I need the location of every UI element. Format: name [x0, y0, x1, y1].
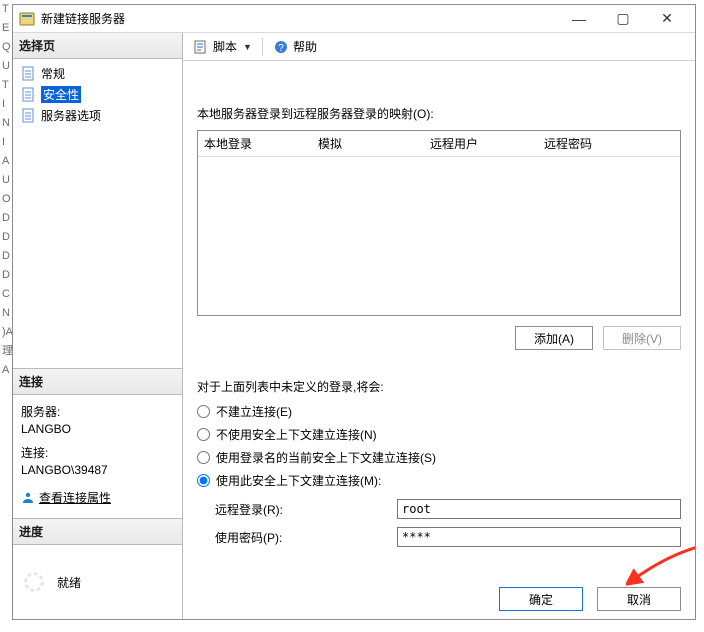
col-remote-user: 远程用户	[424, 131, 538, 156]
add-button-label: 添加(A)	[534, 330, 574, 347]
radio-no-security-context[interactable]: 不使用安全上下文建立连接(N)	[197, 426, 681, 443]
col-remote-password: 远程密码	[538, 131, 680, 156]
delete-button-label: 删除(V)	[622, 330, 662, 347]
remote-login-input[interactable]	[397, 499, 681, 519]
progress-block: 就绪	[13, 545, 182, 619]
minimize-icon: —	[572, 11, 586, 27]
page-item-security[interactable]: 安全性	[17, 84, 182, 105]
script-button[interactable]: 脚本 ▼	[189, 36, 256, 57]
radio-this-security-context[interactable]: 使用此安全上下文建立连接(M):	[197, 472, 681, 489]
page-item-label: 服务器选项	[41, 107, 101, 124]
script-icon	[193, 39, 209, 55]
password-label: 使用密码(P):	[197, 529, 397, 546]
view-connection-properties-label: 查看连接属性	[39, 489, 111, 506]
radio-intro: 对于上面列表中未定义的登录,将会:	[197, 378, 681, 395]
spinner-icon	[21, 569, 47, 595]
page-tree: 常规 安全性 服务器选项	[13, 59, 182, 369]
progress-status: 就绪	[57, 574, 81, 591]
mapping-grid[interactable]: 本地登录 模拟 远程用户 远程密码	[197, 130, 681, 316]
add-button[interactable]: 添加(A)	[515, 326, 593, 350]
mapping-label: 本地服务器登录到远程服务器登录的映射(O):	[197, 105, 681, 122]
close-icon: ✕	[661, 10, 673, 27]
server-value: LANGBO	[21, 422, 174, 436]
connection-label: 连接:	[21, 444, 174, 461]
radio-no-security-context-input[interactable]	[197, 428, 210, 441]
page-icon	[21, 87, 37, 103]
help-icon: ?	[273, 39, 289, 55]
svg-text:?: ?	[278, 43, 284, 54]
progress-header: 进度	[13, 519, 182, 545]
page-item-label: 常规	[41, 65, 65, 82]
add-delete-row: 添加(A) 删除(V)	[197, 326, 681, 350]
radio-no-connection-label: 不建立连接(E)	[216, 403, 292, 420]
connection-value: LANGBO\39487	[21, 463, 174, 477]
script-label: 脚本	[213, 38, 237, 55]
toolbar-separator	[262, 38, 263, 56]
window-title: 新建链接服务器	[41, 10, 125, 27]
password-input[interactable]	[397, 527, 681, 547]
help-label: 帮助	[293, 38, 317, 55]
radio-current-security-context[interactable]: 使用登录名的当前安全上下文建立连接(S)	[197, 449, 681, 466]
radio-block: 对于上面列表中未定义的登录,将会: 不建立连接(E) 不使用安全上下文建立连接(…	[197, 378, 681, 547]
connection-block: 服务器: LANGBO 连接: LANGBO\39487 查看连接属性	[13, 395, 182, 519]
toolbar: 脚本 ▼ ? 帮助	[183, 33, 695, 61]
page-icon	[21, 66, 37, 82]
remote-login-label: 远程登录(R):	[197, 501, 397, 518]
delete-button: 删除(V)	[603, 326, 681, 350]
page-item-server-options[interactable]: 服务器选项	[17, 105, 182, 126]
select-page-header: 选择页	[13, 33, 182, 59]
server-label: 服务器:	[21, 403, 174, 420]
page-item-general[interactable]: 常规	[17, 63, 182, 84]
person-icon	[21, 491, 35, 505]
radio-this-security-context-label: 使用此安全上下文建立连接(M):	[216, 472, 381, 489]
ok-button-label: 确定	[529, 591, 553, 608]
col-impersonate: 模拟	[312, 131, 424, 156]
window-close-button[interactable]: ✕	[645, 5, 689, 33]
mapping-grid-header: 本地登录 模拟 远程用户 远程密码	[198, 131, 680, 157]
radio-this-security-context-input[interactable]	[197, 474, 210, 487]
radio-current-security-context-input[interactable]	[197, 451, 210, 464]
dialog-window: 新建链接服务器 — ▢ ✕ 选择页 常规 安全性 服务器选项	[12, 4, 696, 620]
dialog-buttons: 确定 取消	[499, 587, 681, 611]
chevron-down-icon: ▼	[243, 42, 252, 52]
credentials-grid: 远程登录(R): 使用密码(P):	[197, 499, 681, 547]
cancel-button[interactable]: 取消	[597, 587, 681, 611]
page-icon	[21, 108, 37, 124]
ok-button[interactable]: 确定	[499, 587, 583, 611]
dialog-body: 选择页 常规 安全性 服务器选项 连接 服务器: LANGBO	[13, 33, 695, 619]
maximize-icon: ▢	[616, 10, 629, 27]
window-maximize-button[interactable]: ▢	[601, 5, 645, 33]
radio-current-security-context-label: 使用登录名的当前安全上下文建立连接(S)	[216, 449, 436, 466]
app-icon	[19, 11, 35, 27]
help-button[interactable]: ? 帮助	[269, 36, 321, 57]
radio-no-connection-input[interactable]	[197, 405, 210, 418]
col-local-login: 本地登录	[198, 131, 312, 156]
radio-no-security-context-label: 不使用安全上下文建立连接(N)	[216, 426, 377, 443]
mapping-grid-body[interactable]	[198, 157, 680, 315]
page-item-label: 安全性	[41, 86, 81, 103]
content-area: 本地服务器登录到远程服务器登录的映射(O): 本地登录 模拟 远程用户 远程密码…	[183, 61, 695, 619]
titlebar: 新建链接服务器 — ▢ ✕	[13, 5, 695, 33]
radio-no-connection[interactable]: 不建立连接(E)	[197, 403, 681, 420]
left-pane: 选择页 常规 安全性 服务器选项 连接 服务器: LANGBO	[13, 33, 183, 619]
connection-header: 连接	[13, 369, 182, 395]
window-minimize-button[interactable]: —	[557, 5, 601, 33]
view-connection-properties-link[interactable]: 查看连接属性	[21, 489, 174, 506]
cancel-button-label: 取消	[627, 591, 651, 608]
right-pane: 脚本 ▼ ? 帮助 本地服务器登录到远程服务器登录的映射(O): 本地登录 模拟…	[183, 33, 695, 619]
